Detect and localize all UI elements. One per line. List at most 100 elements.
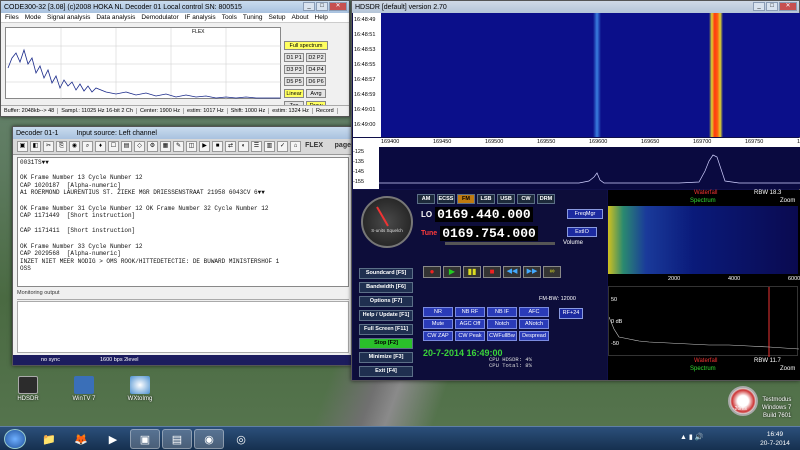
- dsp-button[interactable]: Despread: [519, 331, 549, 341]
- rf-spectrum[interactable]: -125 -135 -145 -155: [353, 147, 800, 189]
- menu-item-signal-analysis[interactable]: Signal analysis: [47, 14, 90, 21]
- display-button[interactable]: Linear: [284, 89, 304, 98]
- display-button[interactable]: Avrg: [306, 89, 326, 98]
- display-button[interactable]: D5 P5: [284, 77, 304, 86]
- function-button[interactable]: Soundcard [F5]: [359, 268, 413, 279]
- function-button[interactable]: Bandwidth [F6]: [359, 282, 413, 293]
- dsp-button[interactable]: NB IF: [487, 307, 517, 317]
- tune-frequency-display[interactable]: 0169.754.000: [440, 226, 538, 241]
- taskbar-wxtoimg-icon[interactable]: ◎: [226, 429, 256, 449]
- dsp-button[interactable]: Mute: [423, 319, 453, 329]
- af-waterfall[interactable]: [608, 206, 798, 274]
- desktop-icon-hdsdr[interactable]: HDSDR: [6, 376, 50, 402]
- function-button[interactable]: Help / Update [F1]: [359, 310, 413, 321]
- mode-button-lsb[interactable]: LSB: [477, 194, 495, 204]
- taskbar-hdsdr-icon[interactable]: ◉: [194, 429, 224, 449]
- start-button[interactable]: [4, 429, 26, 449]
- desktop-icon-wintv[interactable]: WinTV 7: [62, 376, 106, 402]
- decoder-titlebar[interactable]: Decoder 01-1 Input source: Left channel: [13, 127, 351, 139]
- stop-button[interactable]: ■: [483, 266, 501, 278]
- dsp-button[interactable]: CWFullBw: [487, 331, 517, 341]
- hdsdr-titlebar[interactable]: HDSDR [default] version 2.70 _ □ ✕: [352, 1, 799, 13]
- toolbar-icon[interactable]: ■: [212, 141, 223, 152]
- toolbar-icon[interactable]: ♦: [95, 141, 106, 152]
- taskbar-media-icon[interactable]: ▶: [98, 429, 128, 449]
- dsp-button[interactable]: CW ZAP: [423, 331, 453, 341]
- play-button[interactable]: ▶: [443, 266, 461, 278]
- taskbar-code300-icon[interactable]: ▤: [162, 429, 192, 449]
- display-button[interactable]: D1 P1: [284, 53, 304, 62]
- rf-waterfall[interactable]: 16:48:49 16:48:51 16:48:53 16:48:55 16:48:57…: [353, 13, 800, 137]
- dsp-button[interactable]: ANotch: [519, 319, 549, 329]
- close-icon[interactable]: ✕: [329, 2, 347, 11]
- loop-button[interactable]: ∞: [543, 266, 561, 278]
- menu-item-tools[interactable]: Tools: [222, 14, 237, 21]
- dsp-button[interactable]: Notch: [487, 319, 517, 329]
- toolbar-icon[interactable]: ⎘: [56, 141, 67, 152]
- taskbar-clock[interactable]: 16:49 20-7-2014: [752, 430, 798, 448]
- toolbar-icon[interactable]: ▶: [199, 141, 210, 152]
- menu-item-help[interactable]: Help: [315, 14, 328, 21]
- toolbar-icon[interactable]: ☐: [108, 141, 119, 152]
- menu-item-tuning[interactable]: Tuning: [243, 14, 263, 21]
- toolbar-icon[interactable]: ⌕: [82, 141, 93, 152]
- volume-slider-track[interactable]: [445, 242, 555, 245]
- toolbar-icon[interactable]: ◫: [186, 141, 197, 152]
- menu-item-demodulator[interactable]: Demodulator: [141, 14, 178, 21]
- dsp-button[interactable]: NR: [423, 307, 453, 317]
- desktop-icon-wxtoimg[interactable]: WXtoImg: [118, 376, 162, 402]
- minimize-icon[interactable]: _: [303, 2, 315, 11]
- toolbar-icon[interactable]: ⇄: [225, 141, 236, 152]
- toolbar-icon[interactable]: ◧: [30, 141, 41, 152]
- taskbar-firefox-icon[interactable]: 🦊: [66, 429, 96, 449]
- code300-titlebar[interactable]: CODE300-32 [3.08] (c)2008 HOKA NL Decode…: [1, 1, 349, 13]
- toolbar-icon[interactable]: ◇: [134, 141, 145, 152]
- extio-button[interactable]: ExtIO: [567, 227, 597, 237]
- rewind-button[interactable]: ◀◀: [503, 266, 521, 278]
- menu-item-data-analysis[interactable]: Data analysis: [96, 14, 135, 21]
- toolbar-icon[interactable]: ▦: [160, 141, 171, 152]
- menu-item-if-analysis[interactable]: IF analysis: [185, 14, 216, 21]
- close-icon[interactable]: ✕: [779, 2, 797, 11]
- record-button[interactable]: ●: [423, 266, 441, 278]
- menu-item-files[interactable]: Files: [5, 14, 19, 21]
- toolbar-icon[interactable]: ▥: [264, 141, 275, 152]
- taskbar-explorer-icon[interactable]: 📁: [34, 429, 64, 449]
- dsp-button[interactable]: NB RF: [455, 307, 485, 317]
- function-button[interactable]: Options [F7]: [359, 296, 413, 307]
- rf-gain-button[interactable]: RF+24: [559, 308, 583, 319]
- minimize-icon[interactable]: _: [753, 2, 765, 11]
- maximize-icon[interactable]: □: [766, 2, 778, 11]
- dsp-button[interactable]: CW Peak: [455, 331, 485, 341]
- menu-item-mode[interactable]: Mode: [25, 14, 41, 21]
- display-button[interactable]: D3 P3: [284, 65, 304, 74]
- function-button[interactable]: Full Screen [F11]: [359, 324, 413, 335]
- toolbar-icon[interactable]: ✎: [173, 141, 184, 152]
- toolbar-icon[interactable]: ◉: [69, 141, 80, 152]
- toolbar-icon[interactable]: ⌂: [290, 141, 301, 152]
- function-button[interactable]: Minimize [F3]: [359, 352, 413, 363]
- toolbar-icon[interactable]: ✓: [277, 141, 288, 152]
- mode-button-ecss[interactable]: ECSS: [437, 194, 455, 204]
- toolbar-icon[interactable]: ◐: [238, 141, 249, 152]
- mode-button-drm[interactable]: DRM: [537, 194, 555, 204]
- forward-button[interactable]: ▶▶: [523, 266, 541, 278]
- lo-frequency-display[interactable]: 0169.440.000: [435, 207, 533, 222]
- dsp-button[interactable]: AFC: [519, 307, 549, 317]
- toolbar-icon[interactable]: ✂: [43, 141, 54, 152]
- pause-button[interactable]: ▮▮: [463, 266, 481, 278]
- display-button[interactable]: Full spectrum: [284, 41, 328, 50]
- taskbar-wintv-icon[interactable]: ▣: [130, 429, 160, 449]
- display-button[interactable]: D2 P2: [306, 53, 326, 62]
- toolbar-icon[interactable]: ▤: [121, 141, 132, 152]
- function-button[interactable]: Stop [F2]: [359, 338, 413, 349]
- menu-item-about[interactable]: About: [292, 14, 309, 21]
- freqmgr-button[interactable]: FreqMgr: [567, 209, 603, 219]
- tray-icons[interactable]: ▲ ▮ 🔊: [680, 433, 703, 441]
- function-button[interactable]: Exit [F4]: [359, 366, 413, 377]
- maximize-icon[interactable]: □: [316, 2, 328, 11]
- mode-button-usb[interactable]: USB: [497, 194, 515, 204]
- af-spectrum[interactable]: 50 0 dB -50: [608, 286, 799, 357]
- toolbar-icon[interactable]: ▣: [17, 141, 28, 152]
- display-button[interactable]: D6 P6: [306, 77, 326, 86]
